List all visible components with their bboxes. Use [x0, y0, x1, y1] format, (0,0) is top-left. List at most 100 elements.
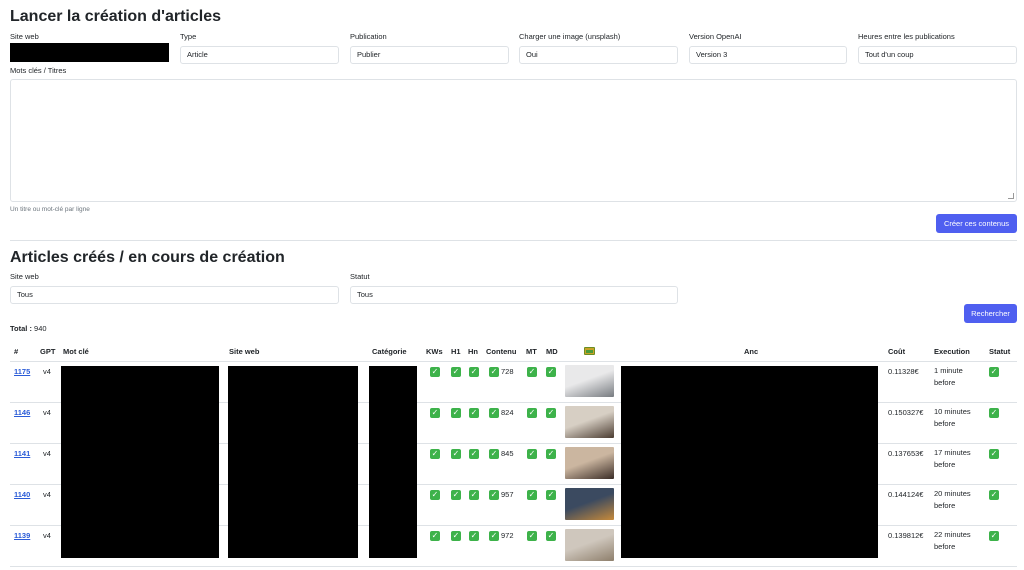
- kws-check: ✓: [430, 408, 440, 418]
- execution-time-line1: 20 minutes: [934, 489, 971, 498]
- article-id-link[interactable]: 1146: [14, 408, 30, 417]
- col-header-kws: KWs: [426, 347, 443, 356]
- col-header-mt: MT: [526, 347, 537, 356]
- hn-check: ✓: [469, 408, 479, 418]
- article-cost: 0.137653€: [888, 449, 924, 458]
- execution-time-line1: 1 minute: [934, 366, 963, 375]
- content-word-count: 728: [501, 367, 514, 376]
- h1-check: ✓: [451, 449, 461, 459]
- execution-time-line1: 22 minutes: [934, 530, 971, 539]
- kws-check: ✓: [430, 449, 440, 459]
- article-cost: 0.150327€: [888, 408, 924, 417]
- execution-time-line2: before: [934, 378, 956, 387]
- openai-label: Version OpenAI: [689, 32, 742, 41]
- article-thumbnail: [565, 488, 614, 520]
- col-header-keyword: Mot clé: [63, 347, 89, 356]
- article-id-link[interactable]: 1140: [14, 490, 30, 499]
- content-word-count: 845: [501, 449, 514, 458]
- keyword-column-redacted: [61, 366, 219, 558]
- content-check: ✓: [489, 408, 499, 418]
- keywords-textarea[interactable]: [10, 79, 1017, 202]
- total-label: Total :: [10, 324, 32, 333]
- content-word-count: 824: [501, 408, 514, 417]
- article-thumbnail: [565, 447, 614, 479]
- mt-check: ✓: [527, 449, 537, 459]
- status-check: ✓: [989, 531, 999, 541]
- hn-check: ✓: [469, 531, 479, 541]
- gpt-version: v4: [43, 490, 51, 499]
- col-header-id: #: [14, 347, 19, 356]
- article-thumbnail: [565, 406, 614, 438]
- image-label: Charger une image (unsplash): [519, 32, 621, 41]
- content-check: ✓: [489, 490, 499, 500]
- status-check: ✓: [989, 408, 999, 418]
- article-cost: 0.139812€: [888, 531, 924, 540]
- publication-select[interactable]: Publier: [350, 46, 509, 64]
- gpt-version: v4: [43, 531, 51, 540]
- category-column-redacted: [369, 366, 417, 558]
- create-contents-button[interactable]: Créer ces contenus: [936, 214, 1017, 233]
- mt-check: ✓: [527, 531, 537, 541]
- status-check: ✓: [989, 449, 999, 459]
- search-button[interactable]: Rechercher: [964, 304, 1017, 323]
- type-select[interactable]: Article: [180, 46, 339, 64]
- status-check: ✓: [989, 490, 999, 500]
- filter-site-label: Site web: [10, 272, 39, 281]
- total-value: 940: [34, 324, 47, 333]
- execution-time-line1: 10 minutes: [934, 407, 971, 416]
- status-check: ✓: [989, 367, 999, 377]
- heures-label: Heures entre les publications: [858, 32, 955, 41]
- col-header-status: Statut: [989, 347, 1011, 356]
- kws-check: ✓: [430, 490, 440, 500]
- execution-time-line2: before: [934, 419, 956, 428]
- content-check: ✓: [489, 531, 499, 541]
- mt-check: ✓: [527, 408, 537, 418]
- openai-version-select[interactable]: Version 3: [689, 46, 847, 64]
- col-header-hn: Hn: [468, 347, 478, 356]
- filter-site-select[interactable]: Tous: [10, 286, 339, 304]
- article-thumbnail: [565, 529, 614, 561]
- md-check: ✓: [546, 408, 556, 418]
- create-section-title: Lancer la création d'articles: [10, 8, 222, 25]
- hn-check: ✓: [469, 449, 479, 459]
- col-header-md: MD: [546, 347, 558, 356]
- section-divider: [10, 240, 1017, 241]
- filter-status-select[interactable]: Tous: [350, 286, 678, 304]
- h1-check: ✓: [451, 531, 461, 541]
- content-check: ✓: [489, 449, 499, 459]
- md-check: ✓: [546, 490, 556, 500]
- col-header-cost: Coût: [888, 347, 906, 356]
- type-label: Type: [180, 32, 197, 41]
- keywords-label: Mots clés / Titres: [10, 66, 67, 75]
- col-header-content: Contenu: [486, 347, 517, 356]
- md-check: ✓: [546, 531, 556, 541]
- h1-check: ✓: [451, 408, 461, 418]
- table-bottom-border: [10, 566, 1017, 567]
- col-header-anchor: Anc: [744, 347, 759, 356]
- content-word-count: 972: [501, 531, 514, 540]
- article-thumbnail: [565, 365, 614, 397]
- execution-time-line2: before: [934, 542, 956, 551]
- heures-select[interactable]: Tout d'un coup: [858, 46, 1017, 64]
- site-web-select-redacted[interactable]: [10, 43, 169, 62]
- col-header-site: Site web: [229, 347, 260, 356]
- col-header-category: Catégorie: [372, 347, 407, 356]
- total-count: Total : 940: [10, 324, 47, 333]
- mt-check: ✓: [527, 367, 537, 377]
- h1-check: ✓: [451, 367, 461, 377]
- execution-time-line1: 17 minutes: [934, 448, 971, 457]
- col-header-h1: H1: [451, 347, 461, 356]
- col-header-execution: Execution: [934, 347, 970, 356]
- content-check: ✓: [489, 367, 499, 377]
- execution-time-line2: before: [934, 501, 956, 510]
- filter-status-label: Statut: [350, 272, 370, 281]
- article-id-link[interactable]: 1139: [14, 531, 30, 540]
- keywords-hint: Un titre ou mot-clé par ligne: [10, 206, 90, 213]
- execution-time-line2: before: [934, 460, 956, 469]
- kws-check: ✓: [430, 367, 440, 377]
- gpt-version: v4: [43, 408, 51, 417]
- article-id-link[interactable]: 1141: [14, 449, 30, 458]
- image-select[interactable]: Oui: [519, 46, 678, 64]
- md-check: ✓: [546, 367, 556, 377]
- article-id-link[interactable]: 1175: [14, 367, 30, 376]
